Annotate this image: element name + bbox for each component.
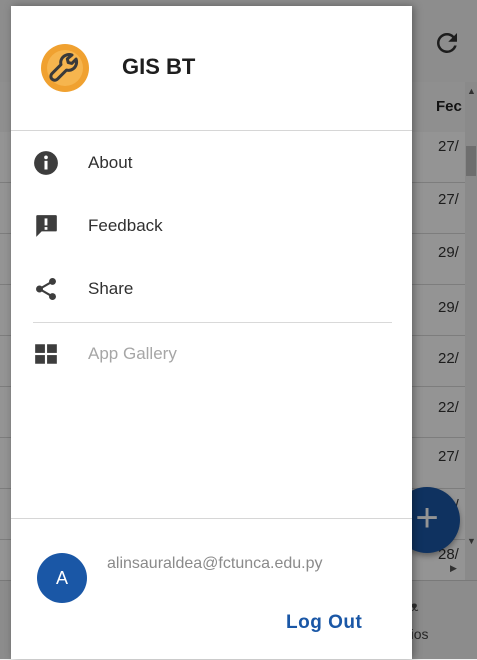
menu-item-share[interactable]: Share: [11, 264, 412, 314]
menu-item-about[interactable]: About: [11, 138, 412, 188]
menu-label-app-gallery: App Gallery: [88, 344, 177, 363]
menu-label-feedback: Feedback: [88, 216, 163, 235]
menu-divider: [33, 322, 392, 323]
wrench-logo-icon: [41, 44, 89, 92]
app-title: GIS BT: [122, 54, 196, 79]
avatar[interactable]: A: [37, 553, 87, 603]
feedback-icon: [36, 215, 57, 237]
grid-icon: [35, 344, 57, 364]
user-email: alinsauraldea@fctunca.edu.py: [107, 555, 323, 572]
logout-button[interactable]: Log Out: [286, 612, 362, 634]
drawer-header: GIS BT: [11, 6, 412, 131]
footer-divider: [11, 518, 412, 519]
info-icon: [34, 151, 58, 175]
navigation-drawer: GIS BT About Feedback Share App Gallery …: [11, 6, 412, 659]
menu-label-share: Share: [88, 279, 134, 298]
menu-item-app-gallery[interactable]: App Gallery: [11, 329, 412, 379]
menu-label-about: About: [88, 153, 133, 172]
share-icon: [36, 277, 56, 301]
menu-item-feedback[interactable]: Feedback: [11, 201, 412, 251]
